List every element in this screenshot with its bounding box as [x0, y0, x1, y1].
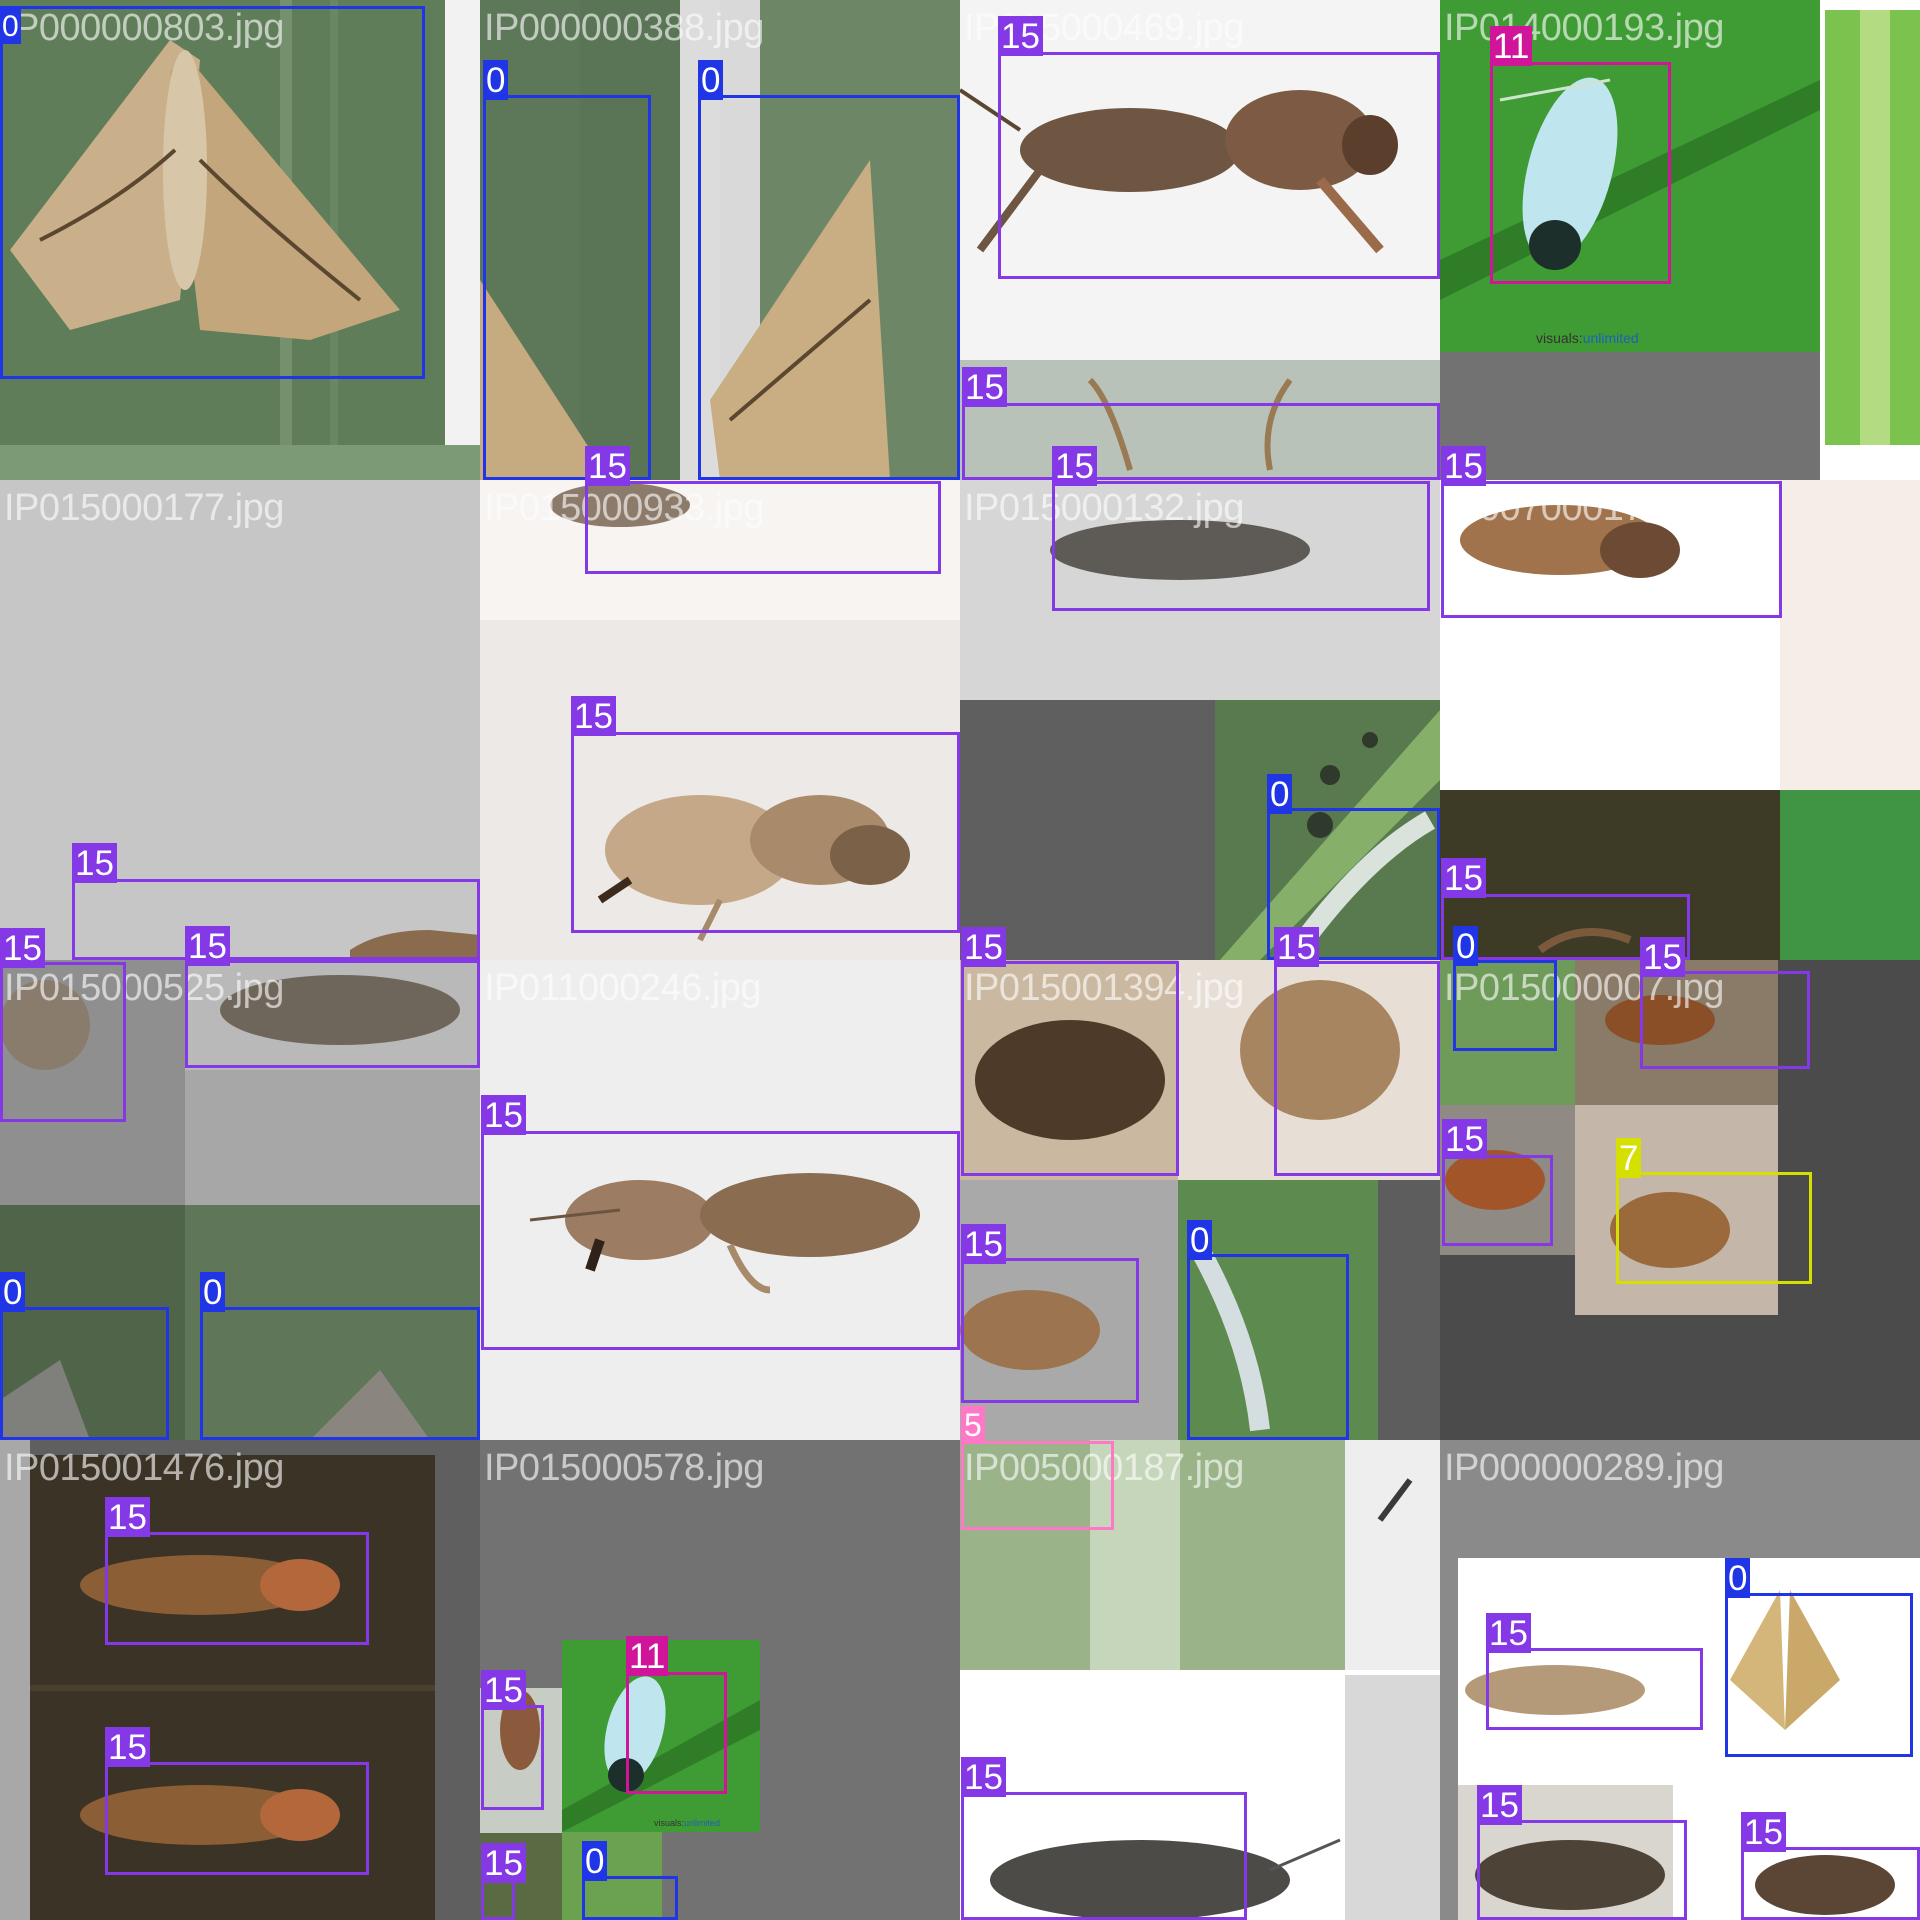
bbox-label: 0: [582, 1841, 608, 1881]
bbox-label: 15: [961, 927, 1006, 967]
bbox-label: 15: [105, 1497, 150, 1537]
bbox[interactable]: [1477, 1820, 1687, 1920]
bbox-label: 15: [1442, 1119, 1487, 1159]
bbox-label: 0: [0, 1272, 26, 1312]
bbox[interactable]: [481, 1705, 544, 1810]
bbox[interactable]: [1486, 1648, 1703, 1730]
bbox-label: 15: [1441, 446, 1486, 486]
bbox-label: 15: [585, 446, 630, 486]
bbox[interactable]: [0, 962, 126, 1122]
bbox-label: 0: [0, 8, 21, 44]
bbox-label: 11: [1490, 26, 1533, 66]
bbox[interactable]: [0, 1307, 169, 1440]
bbox[interactable]: [1741, 1847, 1920, 1920]
bbox-label: 15: [105, 1727, 150, 1767]
bbox[interactable]: [1725, 1593, 1913, 1757]
watermark-prefix: visuals:: [654, 1818, 685, 1828]
bbox[interactable]: [105, 1762, 369, 1875]
bbox-label: 15: [0, 928, 45, 968]
bbox[interactable]: [585, 481, 941, 574]
bbox[interactable]: [481, 1131, 960, 1350]
tile-filename: IP015000578.jpg: [484, 1447, 764, 1489]
bbox-label: 15: [962, 367, 1007, 407]
watermark-suffix: unlimited: [1582, 330, 1639, 346]
bbox-label: 15: [481, 1670, 526, 1710]
bbox-label: 0: [1267, 774, 1293, 814]
bbox-label: 15: [571, 696, 616, 736]
bbox[interactable]: [105, 1532, 369, 1645]
bbox-label: 7: [1616, 1138, 1642, 1178]
bbox[interactable]: [481, 1878, 515, 1920]
bbox[interactable]: [1640, 971, 1810, 1069]
bbox[interactable]: [1453, 960, 1557, 1051]
bbox[interactable]: [961, 1441, 1114, 1530]
tile-filename: IP000000388.jpg: [484, 7, 764, 49]
tile-filename: IP000000289.jpg: [1444, 1447, 1724, 1489]
bbox[interactable]: [185, 960, 480, 1068]
bbox[interactable]: [72, 879, 480, 960]
bbox-label: 15: [481, 1843, 526, 1883]
bbox[interactable]: [961, 961, 1179, 1176]
bbox-label: 0: [1187, 1220, 1213, 1260]
bbox-label: 15: [1052, 446, 1097, 486]
bbox-label: 15: [185, 926, 230, 966]
visuals-unlimited-watermark: visuals:unlimited: [654, 1818, 720, 1828]
bbox[interactable]: [1052, 481, 1430, 611]
bbox[interactable]: [1490, 62, 1671, 284]
bbox-label: 15: [481, 1095, 526, 1135]
bbox-label: 0: [1725, 1558, 1751, 1598]
tile-filename: IP014000193.jpg: [1444, 7, 1724, 49]
bbox[interactable]: [1441, 481, 1782, 618]
bbox-label: 15: [961, 1757, 1006, 1797]
bbox[interactable]: [483, 95, 651, 480]
bbox[interactable]: [582, 1876, 678, 1920]
tile-filename: IP011000246.jpg: [484, 967, 762, 1009]
bbox-label: 15: [1486, 1613, 1531, 1653]
bbox[interactable]: [998, 52, 1440, 279]
bbox-label: 15: [961, 1224, 1006, 1264]
bbox-label: 15: [998, 16, 1043, 56]
visuals-unlimited-watermark: visuals:unlimited: [1536, 330, 1639, 346]
bbox-label: 15: [1741, 1812, 1786, 1852]
bbox-label: 15: [1441, 858, 1486, 898]
bbox[interactable]: [1616, 1172, 1812, 1284]
tile-filename: IP015000177.jpg: [4, 487, 284, 529]
bbox[interactable]: [626, 1672, 727, 1794]
bbox-label: 5: [961, 1406, 985, 1443]
bbox[interactable]: [961, 1792, 1247, 1920]
bbox-label: 0: [1453, 926, 1479, 966]
bbox[interactable]: [962, 403, 1440, 480]
bbox-label: 0: [483, 60, 509, 100]
tile-filename: IP015001476.jpg: [4, 1447, 284, 1489]
watermark-prefix: visuals:: [1536, 330, 1583, 346]
bbox[interactable]: [200, 1307, 480, 1440]
bbox-label: 15: [1274, 927, 1319, 967]
bbox-label: 15: [1640, 937, 1685, 977]
bbox-label: 0: [200, 1272, 226, 1312]
bbox-label: 15: [1477, 1785, 1522, 1825]
bbox[interactable]: [1274, 961, 1440, 1176]
bbox[interactable]: [698, 95, 960, 480]
bbox[interactable]: [1187, 1254, 1349, 1440]
bbox[interactable]: [961, 1258, 1139, 1403]
watermark-suffix: unlimited: [684, 1818, 721, 1828]
bbox-label: 11: [626, 1636, 669, 1676]
bbox[interactable]: [0, 6, 425, 379]
bbox[interactable]: [571, 732, 960, 933]
bbox-label: 0: [698, 60, 724, 100]
bbox[interactable]: [1442, 1155, 1553, 1246]
bbox-label: 15: [72, 843, 117, 883]
